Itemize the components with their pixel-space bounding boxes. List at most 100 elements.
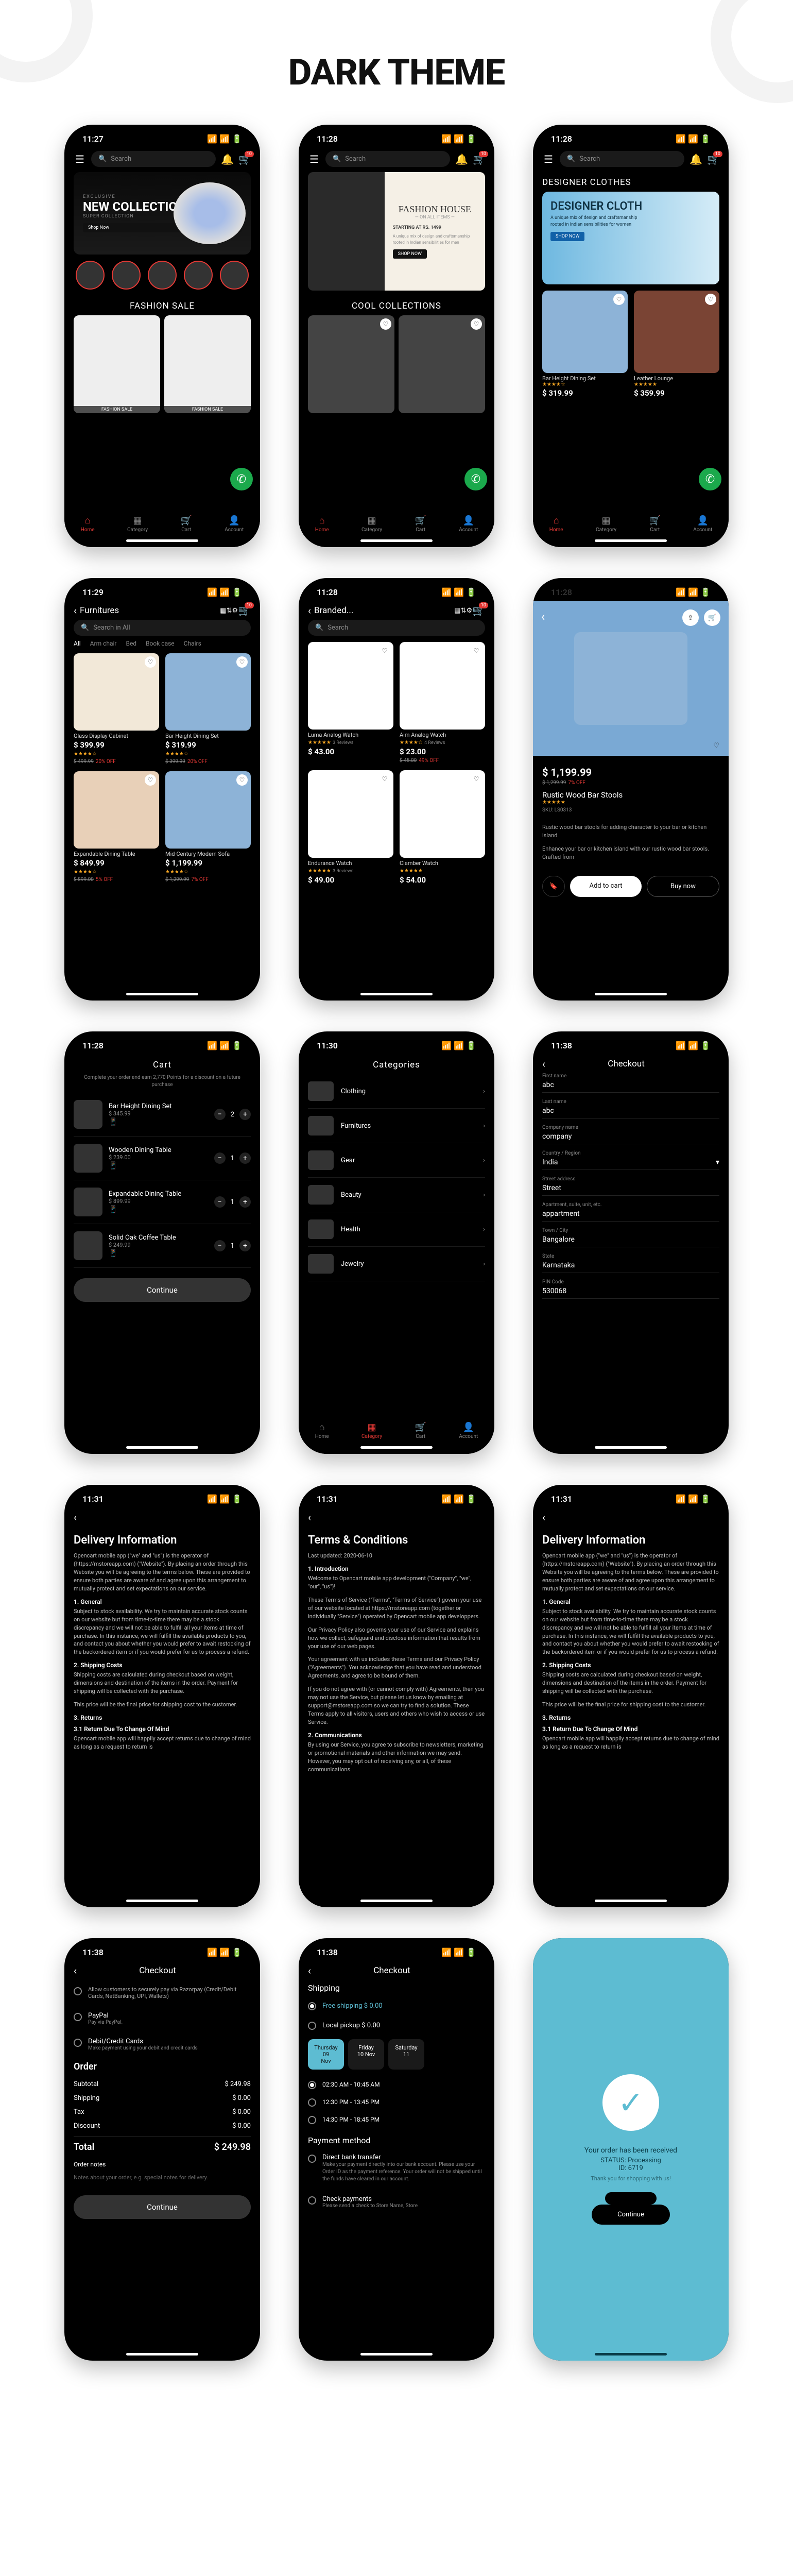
last-name-field[interactable]: Last nameabc bbox=[542, 1099, 719, 1118]
continue-button[interactable]: Continue bbox=[74, 1278, 251, 1302]
qty-minus[interactable]: − bbox=[214, 1240, 226, 1251]
qty-minus[interactable]: − bbox=[214, 1153, 226, 1164]
day-select[interactable]: Thursday09Nov bbox=[308, 2039, 344, 2070]
qty-plus[interactable]: + bbox=[239, 1109, 251, 1120]
nav-home[interactable]: ⌂Home bbox=[549, 515, 563, 533]
time-slot[interactable]: 02:30 AM - 10:45 AM bbox=[308, 2076, 485, 2093]
back-icon[interactable]: ‹ bbox=[74, 604, 77, 617]
story-item[interactable] bbox=[220, 261, 249, 290]
menu-icon[interactable]: ☰ bbox=[74, 153, 86, 165]
nav-category[interactable]: ▦Category bbox=[361, 515, 382, 533]
time-slot[interactable]: 14:30 PM - 18:45 PM bbox=[308, 2111, 485, 2128]
grid-toggle-icon[interactable]: ▦ bbox=[220, 607, 226, 615]
bell-icon[interactable]: 🔔 bbox=[455, 153, 468, 165]
grid-toggle-icon[interactable]: ▦ bbox=[454, 607, 460, 615]
day-select[interactable]: Friday10 Nov bbox=[348, 2039, 384, 2070]
filter-icon[interactable]: ⚙ bbox=[466, 607, 472, 615]
whatsapp-fab[interactable]: ✆ bbox=[464, 468, 487, 490]
nav-account[interactable]: 👤Account bbox=[225, 515, 244, 533]
fashion-house-banner[interactable]: FASHION HOUSE — ON ALL ITEMS — STARTING … bbox=[308, 172, 485, 291]
company-field[interactable]: Company namecompany bbox=[542, 1125, 719, 1144]
product-card[interactable]: ♡ Mid-Century Modern Sofa $ 1,199.99 ★★★… bbox=[165, 771, 251, 883]
back-icon[interactable]: ‹ bbox=[308, 1511, 311, 1523]
pincode-field[interactable]: PIN Code530068 bbox=[542, 1279, 719, 1299]
category-row[interactable]: Jewelry› bbox=[308, 1247, 485, 1281]
heart-icon[interactable]: ♡ bbox=[379, 645, 390, 656]
heart-icon[interactable]: ♡ bbox=[145, 656, 156, 668]
product-card[interactable]: ♡ Bar Height Dining Set $ 319.99 ★★★★☆ $… bbox=[165, 653, 251, 765]
payment-cards[interactable]: Debit/Credit CardsMake payment using you… bbox=[74, 2031, 251, 2057]
first-name-field[interactable]: First nameabc bbox=[542, 1073, 719, 1093]
cart-icon[interactable]: 🛒10 bbox=[707, 153, 719, 165]
back-icon[interactable]: ‹ bbox=[542, 1511, 545, 1523]
search-input[interactable]: 🔍Search bbox=[560, 151, 684, 167]
payment-bank[interactable]: Direct bank transferMake your payment di… bbox=[308, 2147, 485, 2189]
category-tabs[interactable]: All Arm chair Bed Book case Chairs bbox=[74, 640, 251, 647]
shipping-local[interactable]: Local pickup $ 0.00 bbox=[308, 2015, 485, 2035]
product-card[interactable]: ♡ Glass Display Cabinet $ 399.99 ★★★★☆ $… bbox=[74, 653, 159, 765]
sort-icon[interactable]: ⇅ bbox=[227, 607, 232, 615]
nav-category[interactable]: ▦Category bbox=[596, 515, 616, 533]
product-card[interactable]: ♡ Bar Height Dining Set ★★★★☆ $ 319.99 bbox=[542, 291, 628, 398]
heart-icon[interactable]: ♡ bbox=[613, 294, 625, 305]
shipping-free[interactable]: Free shipping $ 0.00 bbox=[308, 1996, 485, 2015]
qty-minus[interactable]: − bbox=[214, 1109, 226, 1120]
nav-cart[interactable]: 🛒Cart bbox=[415, 515, 426, 533]
story-item[interactable] bbox=[184, 261, 213, 290]
story-item[interactable] bbox=[112, 261, 141, 290]
search-input[interactable]: 🔍Search bbox=[325, 151, 450, 167]
collection-card[interactable]: ♡ bbox=[399, 315, 485, 413]
bell-icon[interactable]: 🔔 bbox=[221, 153, 233, 165]
story-item[interactable] bbox=[76, 261, 105, 290]
cart-icon[interactable]: 🛒10 bbox=[238, 604, 251, 617]
time-slot[interactable]: 12:30 PM - 13:45 PM bbox=[308, 2093, 485, 2111]
back-icon[interactable]: ‹ bbox=[74, 1511, 77, 1523]
buy-now-button[interactable]: Buy now bbox=[647, 876, 719, 897]
heart-icon[interactable]: ♡ bbox=[145, 774, 156, 786]
continue-button[interactable] bbox=[605, 2192, 657, 2205]
product-card[interactable]: ♡ Leather Lounge ★★★★★ $ 359.99 bbox=[634, 291, 719, 398]
menu-icon[interactable]: ☰ bbox=[542, 153, 555, 165]
heart-icon[interactable]: ♡ bbox=[380, 318, 391, 330]
heart-icon[interactable]: ♡ bbox=[713, 742, 719, 750]
menu-icon[interactable]: ☰ bbox=[308, 153, 320, 165]
heart-icon[interactable]: ♡ bbox=[471, 773, 482, 785]
payment-paypal[interactable]: PayPalPay via PayPal. bbox=[74, 2006, 251, 2031]
cart-icon[interactable]: 🛒10 bbox=[238, 153, 251, 165]
heart-icon[interactable]: ♡ bbox=[471, 318, 482, 330]
back-icon[interactable]: ‹ bbox=[541, 609, 545, 624]
search-input[interactable]: 🔍Search bbox=[308, 620, 485, 636]
product-card[interactable]: ♡ Endurance Watch ★★★★★ 3 Reviews $ 49.0… bbox=[308, 770, 393, 885]
category-row[interactable]: Clothing› bbox=[308, 1074, 485, 1109]
shop-now-button[interactable]: SHOP NOW bbox=[393, 249, 427, 259]
qty-plus[interactable]: + bbox=[239, 1153, 251, 1164]
whatsapp-fab[interactable]: ✆ bbox=[230, 468, 253, 490]
payment-check[interactable]: Check paymentsPlease send a check to Sto… bbox=[308, 2189, 485, 2215]
qty-plus[interactable]: + bbox=[239, 1240, 251, 1251]
payment-razorpay[interactable]: Allow customers to securely pay via Razo… bbox=[74, 1980, 251, 2006]
new-collection-banner[interactable]: EXCLUSIVE NEW COLLECTION SUPER COLLECTIO… bbox=[74, 172, 251, 255]
qty-minus[interactable]: − bbox=[214, 1196, 226, 1208]
nav-cart[interactable]: 🛒Cart bbox=[649, 515, 660, 533]
designer-hero[interactable]: DESIGNER CLOTH A unique mix of design an… bbox=[542, 192, 719, 284]
continue-button[interactable]: Continue bbox=[592, 2205, 670, 2225]
apartment-field[interactable]: Apartment, suite, unit, etc.appartment bbox=[542, 1202, 719, 1222]
shop-now-button[interactable]: SHOP NOW bbox=[550, 232, 584, 241]
nav-cart[interactable]: 🛒Cart bbox=[180, 515, 192, 533]
heart-icon[interactable]: ♡ bbox=[236, 656, 248, 668]
cart-icon[interactable]: 🛒10 bbox=[473, 153, 485, 165]
product-card[interactable]: ♡ Expandable Dining Table $ 849.99 ★★★★☆… bbox=[74, 771, 159, 883]
collection-card[interactable]: ♡ bbox=[308, 315, 394, 413]
nav-account[interactable]: 👤Account bbox=[459, 1422, 478, 1439]
share-icon[interactable]: ⇪ bbox=[682, 609, 699, 626]
order-notes-field[interactable]: Order notes Notes about your order, e.g.… bbox=[74, 2161, 251, 2185]
nav-home[interactable]: ⌂Home bbox=[315, 515, 329, 533]
filter-icon[interactable]: ⚙ bbox=[232, 607, 238, 615]
nav-category[interactable]: ▦Category bbox=[127, 515, 148, 533]
street-field[interactable]: Street addressStreet bbox=[542, 1176, 719, 1196]
nav-category[interactable]: ▦Category bbox=[361, 1422, 382, 1439]
nav-home[interactable]: ⌂Home bbox=[315, 1422, 329, 1439]
back-icon[interactable]: ‹ bbox=[308, 604, 311, 617]
options-icon[interactable]: 📱 bbox=[109, 1118, 208, 1126]
day-select[interactable]: Saturday11 bbox=[388, 2039, 424, 2070]
